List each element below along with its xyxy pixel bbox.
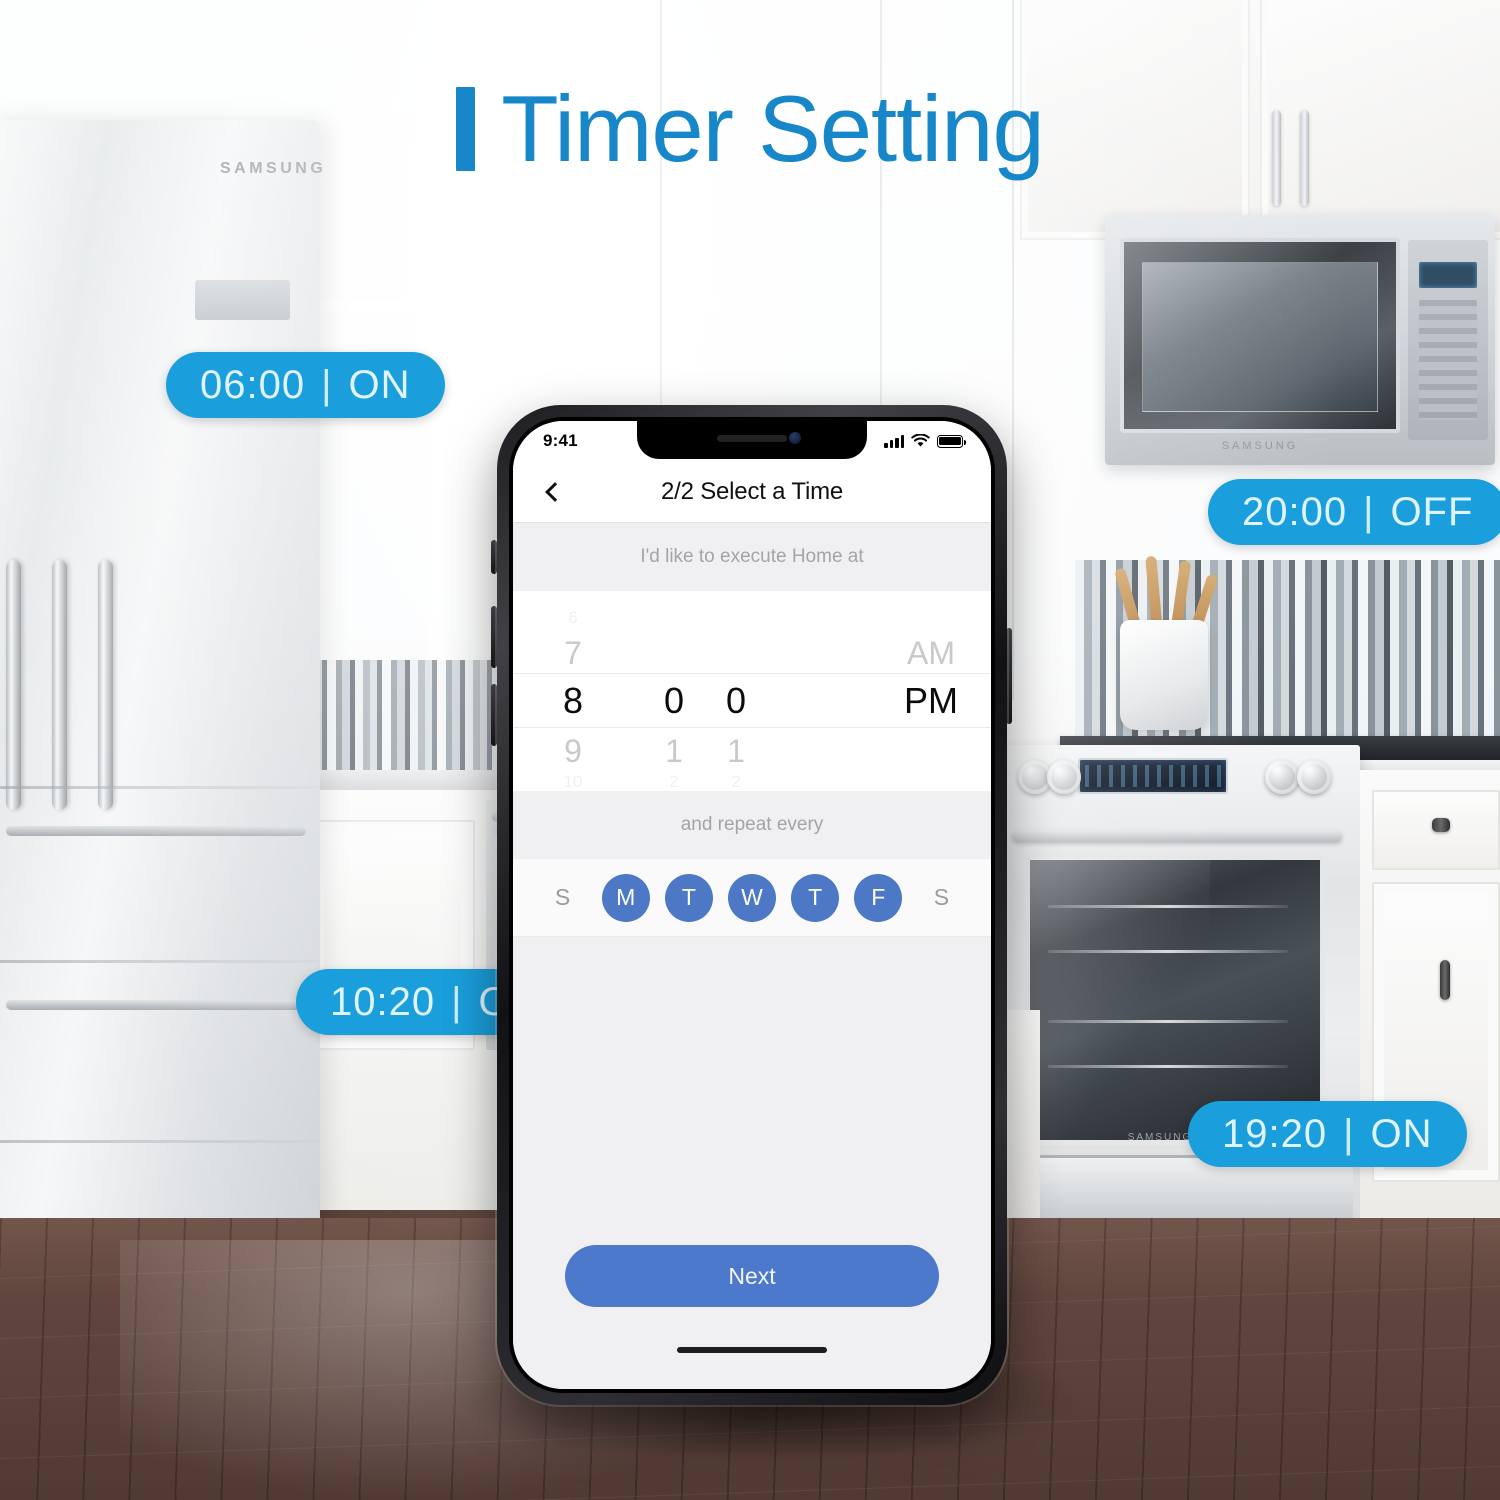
day-label: T [808, 884, 823, 910]
phone-notch [637, 421, 867, 459]
status-bar-icons [884, 434, 966, 448]
refrigerator-handle [6, 560, 21, 810]
home-indicator-area [513, 1331, 991, 1389]
timer-badge-separator: | [1343, 1111, 1355, 1156]
drawer-pull [1432, 818, 1450, 832]
smartphone-mockup: 9:41 2/2 Select a Time I'd like to execu… [497, 405, 1007, 1405]
front-camera-icon [789, 432, 801, 444]
day-label: F [871, 884, 886, 910]
cabinet-pull [1440, 960, 1450, 1000]
picker-spacer [767, 591, 871, 791]
screen-content: I'd like to execute Home at 6 7 8 9 10 0 [513, 523, 991, 1389]
execute-at-label: I'd like to execute Home at [513, 523, 991, 591]
refrigerator-drawer-handle [6, 826, 306, 836]
battery-icon [937, 434, 966, 448]
earpiece-speaker-icon [717, 435, 787, 442]
refrigerator-seam [0, 960, 320, 963]
phone-bezel: 9:41 2/2 Select a Time I'd like to execu… [509, 417, 995, 1393]
timer-badge-separator: | [1363, 489, 1375, 534]
timer-badge-state: ON [1370, 1111, 1433, 1156]
minute-ones-option-selected[interactable]: 0 [705, 683, 767, 719]
oven-door-handle [1012, 830, 1342, 842]
day-sunday[interactable]: S [539, 874, 587, 922]
title-accent-bar [456, 87, 476, 171]
ampm-picker-column[interactable]: AM PM [871, 591, 991, 791]
next-button[interactable]: Next [565, 1245, 939, 1307]
timer-badge-separator: | [321, 362, 333, 407]
minute-tens-option[interactable]: 1 [643, 735, 705, 767]
repeat-every-label: and repeat every [513, 791, 991, 859]
burner-knob [1047, 760, 1081, 794]
hour-option[interactable]: 10 [513, 773, 633, 790]
microwave-keypad [1419, 300, 1477, 420]
page-title-text: Timer Setting [501, 76, 1044, 181]
phone-screen: 9:41 2/2 Select a Time I'd like to execu… [513, 421, 991, 1389]
page-title: Timer Setting [0, 82, 1500, 176]
nav-bar: 2/2 Select a Time [513, 461, 991, 523]
picker-selection-line-bottom [513, 727, 991, 728]
minute-ones-picker-column[interactable]: 0 1 2 [705, 591, 767, 791]
timer-badge-time: 19:20 [1222, 1111, 1328, 1156]
wifi-icon [911, 434, 930, 447]
burner-knob [1265, 760, 1299, 794]
timer-badge-time: 20:00 [1242, 489, 1348, 534]
hour-option[interactable]: 6 [513, 609, 633, 626]
timer-badge-separator: | [451, 979, 463, 1024]
picker-spacer [633, 591, 643, 791]
back-button[interactable] [535, 472, 575, 512]
refrigerator-handle [98, 560, 113, 810]
time-picker[interactable]: 6 7 8 9 10 0 1 2 0 1 2 AM PM [513, 591, 991, 791]
day-saturday[interactable]: S [917, 874, 965, 922]
microwave-display [1419, 262, 1477, 288]
day-label: S [933, 884, 950, 910]
oven-glass-glare [1030, 858, 1210, 1143]
home-indicator[interactable] [677, 1347, 827, 1353]
timer-badge-2000-off: 20:00 | OFF [1208, 479, 1500, 545]
day-label: W [741, 884, 763, 910]
day-label: M [616, 884, 636, 910]
chevron-left-icon [545, 481, 565, 502]
picker-selection-line-top [513, 673, 991, 674]
microwave-brand-label: SAMSUNG [1221, 440, 1299, 452]
hour-option[interactable]: 7 [513, 637, 633, 669]
timer-badge-0600-on: 06:00 | ON [166, 352, 445, 418]
burner-knob [1297, 760, 1331, 794]
refrigerator-seam [0, 786, 320, 789]
timer-badge-state: ON [348, 362, 411, 407]
timer-badge-state: OFF [1390, 489, 1474, 534]
microwave-glass [1142, 262, 1378, 412]
day-wednesday[interactable]: W [727, 873, 776, 922]
hour-option-selected[interactable]: 8 [513, 683, 633, 719]
nav-title: 2/2 Select a Time [660, 477, 844, 505]
hour-picker-column[interactable]: 6 7 8 9 10 [513, 591, 633, 791]
status-bar-clock: 9:41 [543, 431, 578, 450]
timer-badge-1920-on: 19:20 | ON [1188, 1101, 1467, 1167]
day-tuesday[interactable]: T [664, 873, 713, 922]
day-label: T [681, 884, 696, 910]
utensil-crock [1120, 620, 1208, 730]
refrigerator-seam [0, 1140, 320, 1143]
day-friday[interactable]: F [854, 873, 903, 922]
refrigerator-handle [52, 560, 67, 810]
range-control-display [1078, 758, 1228, 794]
timer-badge-time: 06:00 [200, 362, 306, 407]
timer-badge-time: 10:20 [330, 979, 436, 1024]
next-button-container: Next [513, 1221, 991, 1331]
ampm-option-selected[interactable]: PM [871, 683, 991, 719]
content-spacer [513, 937, 991, 1221]
day-thursday[interactable]: T [791, 873, 840, 922]
hour-option[interactable]: 9 [513, 735, 633, 767]
day-label: S [554, 884, 571, 910]
day-monday[interactable]: M [601, 873, 650, 922]
refrigerator-drawer-handle [6, 1000, 306, 1010]
minute-ones-option[interactable]: 2 [705, 773, 767, 790]
minute-tens-option-selected[interactable]: 0 [643, 683, 705, 719]
minute-tens-picker-column[interactable]: 0 1 2 [643, 591, 705, 791]
minute-tens-option[interactable]: 2 [643, 773, 705, 790]
minute-ones-option[interactable]: 1 [705, 735, 767, 767]
repeat-days-row: S M T W T F S [513, 859, 991, 937]
ampm-option[interactable]: AM [871, 637, 991, 669]
cellular-signal-icon [884, 435, 904, 448]
refrigerator-display [195, 280, 290, 320]
